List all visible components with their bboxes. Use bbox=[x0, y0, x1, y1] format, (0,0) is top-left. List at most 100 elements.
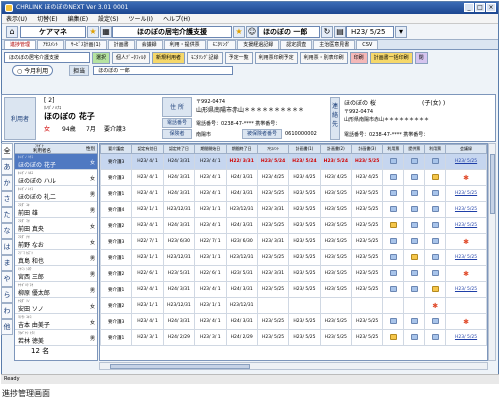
grid-cell[interactable] bbox=[403, 217, 426, 234]
grid-column-header[interactable]: 期間開始日 bbox=[194, 144, 227, 154]
grid-cell[interactable]: H22/ 6/ 1 bbox=[131, 265, 164, 282]
grid-cell[interactable]: H23/ 1/ 1 bbox=[194, 297, 227, 314]
grid-row[interactable]: 要介護1 H23/ 3/ 1 H24/ 2/29 H23/ 3/ 1 H24/ 2/29… bbox=[100, 329, 487, 346]
grid-cell[interactable]: 要介護2 bbox=[100, 265, 133, 282]
grid-cell[interactable]: 要介護2 bbox=[100, 217, 133, 234]
document-icon[interactable] bbox=[389, 333, 397, 340]
grid-cell[interactable]: H23/ 5/25 bbox=[288, 265, 321, 282]
grid-cell[interactable]: H23/ 5/25 bbox=[288, 329, 321, 346]
grid-cell[interactable]: H23/ 1/ 1 bbox=[131, 249, 164, 266]
grid-cell[interactable]: H23/ 5/25 bbox=[350, 217, 384, 234]
grid-cell[interactable]: H23/ 5/31 bbox=[162, 265, 196, 282]
grid-column-header[interactable]: 会議録 bbox=[445, 144, 487, 154]
grid-cell[interactable]: H23/ 5/25 bbox=[319, 185, 353, 202]
grid-cell[interactable]: H23/ 6/30 bbox=[225, 233, 258, 250]
tab-monitoring[interactable]: ﾓﾆﾀﾘﾝｸﾞ bbox=[206, 40, 237, 49]
grid-cell[interactable]: 要介護1 bbox=[100, 249, 133, 266]
horizontal-scrollbar[interactable] bbox=[99, 362, 488, 370]
menu-help[interactable]: ヘルプ(H) bbox=[163, 14, 190, 23]
document-icon[interactable] bbox=[410, 317, 418, 324]
grid-cell[interactable]: H24/ 3/31 bbox=[225, 217, 258, 234]
document-icon[interactable] bbox=[410, 253, 418, 260]
document-icon[interactable] bbox=[410, 189, 418, 196]
grid-column-header[interactable]: 利用票 bbox=[424, 144, 447, 154]
grid-cell[interactable]: H24/ 3/31 bbox=[162, 281, 196, 298]
grid-cell[interactable]: ✱ bbox=[445, 233, 487, 250]
grid-cell[interactable]: 要介護1 bbox=[100, 329, 133, 346]
grid-cell[interactable]: H23/12/31 bbox=[225, 297, 258, 314]
grid-cell[interactable] bbox=[382, 169, 405, 186]
grid-row[interactable]: 要介護4 H23/ 1/ 1 H23/12/31 H23/ 1/ 1 H23/12/31… bbox=[100, 201, 487, 218]
grid-cell[interactable]: H23/ 5/25 bbox=[319, 217, 353, 234]
document-icon[interactable] bbox=[431, 173, 439, 180]
refresh-icon[interactable]: ↻ bbox=[321, 25, 333, 38]
grid-cell[interactable]: H23/ 5/25 bbox=[445, 185, 487, 202]
grid-cell[interactable]: H23/ 5/25 bbox=[319, 233, 353, 250]
grid-cell[interactable] bbox=[445, 297, 487, 314]
document-icon[interactable] bbox=[410, 221, 418, 228]
document-icon[interactable] bbox=[389, 189, 397, 196]
user-list-item[interactable]: ﾏｴﾀﾞ ﾏｵ 前田 真央女 bbox=[15, 218, 97, 234]
star-icon-2[interactable]: ★ bbox=[233, 25, 245, 38]
grid-cell[interactable] bbox=[403, 281, 426, 298]
kana-tab-ra[interactable]: ら bbox=[1, 287, 13, 303]
grid-cell[interactable]: H23/ 5/25 bbox=[319, 249, 353, 266]
grid-column-header[interactable]: ｱｾｽﾒﾝﾄ bbox=[256, 144, 290, 154]
kana-tab-all[interactable]: 全 bbox=[1, 143, 13, 159]
grid-cell[interactable] bbox=[382, 329, 405, 346]
grid-cell[interactable] bbox=[382, 217, 405, 234]
mode-selector[interactable]: ケアマネ bbox=[20, 25, 86, 38]
tab-csv[interactable]: CSV bbox=[356, 40, 379, 49]
tab-doctor[interactable]: 主治医意見書 bbox=[313, 40, 356, 49]
grid-cell[interactable]: ✱ bbox=[424, 297, 447, 314]
grid-cell[interactable]: H23/ 4/ 1 bbox=[131, 169, 164, 186]
grid-cell[interactable]: H23/ 4/ 1 bbox=[194, 313, 227, 330]
usage-table-print-button[interactable]: 利用票・別表印刷 bbox=[299, 51, 348, 64]
grid-cell[interactable] bbox=[403, 297, 426, 314]
grid-cell[interactable]: H23/ 4/ 1 bbox=[131, 153, 164, 170]
grid-cell[interactable]: H23/ 5/25 bbox=[319, 329, 353, 346]
grid-cell[interactable]: H23/ 4/ 1 bbox=[131, 185, 164, 202]
grid-cell[interactable] bbox=[424, 153, 447, 170]
dropdown-icon[interactable]: ▾ bbox=[395, 25, 407, 38]
grid-cell[interactable]: H23/ 3/31 bbox=[256, 233, 290, 250]
grid-cell[interactable] bbox=[403, 201, 426, 218]
grid-cell[interactable]: H23/ 6/30 bbox=[162, 233, 196, 250]
grid-column-header[interactable]: 期間終了日 bbox=[225, 144, 258, 154]
grid-cell[interactable]: H23/12/31 bbox=[162, 249, 196, 266]
grid-cell[interactable]: H23/ 5/25 bbox=[288, 249, 321, 266]
document-icon[interactable] bbox=[410, 173, 418, 180]
grid-cell[interactable]: H23/12/31 bbox=[162, 201, 196, 218]
document-icon[interactable] bbox=[410, 205, 418, 212]
grid-cell[interactable]: H23/ 5/24 bbox=[288, 153, 321, 170]
calendar-icon[interactable]: ▤ bbox=[334, 25, 346, 38]
document-icon[interactable] bbox=[389, 317, 397, 324]
filter-button[interactable]: 個人ﾃﾞｰﾀﾌｨﾙﾀ bbox=[112, 51, 151, 64]
tab-usage[interactable]: 利用・提供票 bbox=[163, 40, 206, 49]
tab-assessment[interactable]: ｱｾｽﾒﾝﾄ bbox=[37, 40, 65, 49]
schedule-button[interactable]: 予定一覧 bbox=[224, 51, 253, 64]
grid-cell[interactable]: 要介護2 bbox=[100, 297, 133, 314]
grid-cell[interactable]: H23/ 5/25 bbox=[288, 201, 321, 218]
document-icon[interactable] bbox=[410, 157, 418, 164]
grid-column-header[interactable]: 利用票 bbox=[382, 144, 405, 154]
grid-cell[interactable] bbox=[288, 297, 321, 314]
grid-cell[interactable]: H23/ 5/25 bbox=[445, 217, 487, 234]
grid-row[interactable]: 要介護3 H23/ 4/ 1 H24/ 3/31 H23/ 4/ 1 H22/ 3/31… bbox=[100, 153, 487, 170]
grid-cell[interactable] bbox=[424, 201, 447, 218]
grid-cell[interactable]: H22/ 7/ 1 bbox=[194, 233, 227, 250]
document-icon[interactable] bbox=[389, 237, 397, 244]
grid-cell[interactable]: H22/ 7/ 1 bbox=[131, 233, 164, 250]
grid-cell[interactable]: H24/ 2/29 bbox=[162, 329, 196, 346]
grid-cell[interactable] bbox=[403, 313, 426, 330]
tab-support-record[interactable]: 支援経過記録 bbox=[237, 40, 280, 49]
grid-cell[interactable]: H23/ 4/ 1 bbox=[194, 185, 227, 202]
grid-cell[interactable]: H23/ 3/31 bbox=[256, 265, 290, 282]
grid-cell[interactable] bbox=[424, 281, 447, 298]
print-button[interactable]: 印刷 bbox=[349, 51, 368, 64]
grid-cell[interactable]: H24/ 3/31 bbox=[162, 169, 196, 186]
grid-row[interactable]: 要介護1 H23/ 4/ 1 H24/ 3/31 H23/ 4/ 1 H24/ 3/31… bbox=[100, 281, 487, 298]
menu-view[interactable]: 表示(U) bbox=[6, 14, 27, 23]
grid-cell[interactable]: H23/ 4/ 1 bbox=[194, 217, 227, 234]
grid-cell[interactable]: H23/ 5/25 bbox=[350, 265, 384, 282]
